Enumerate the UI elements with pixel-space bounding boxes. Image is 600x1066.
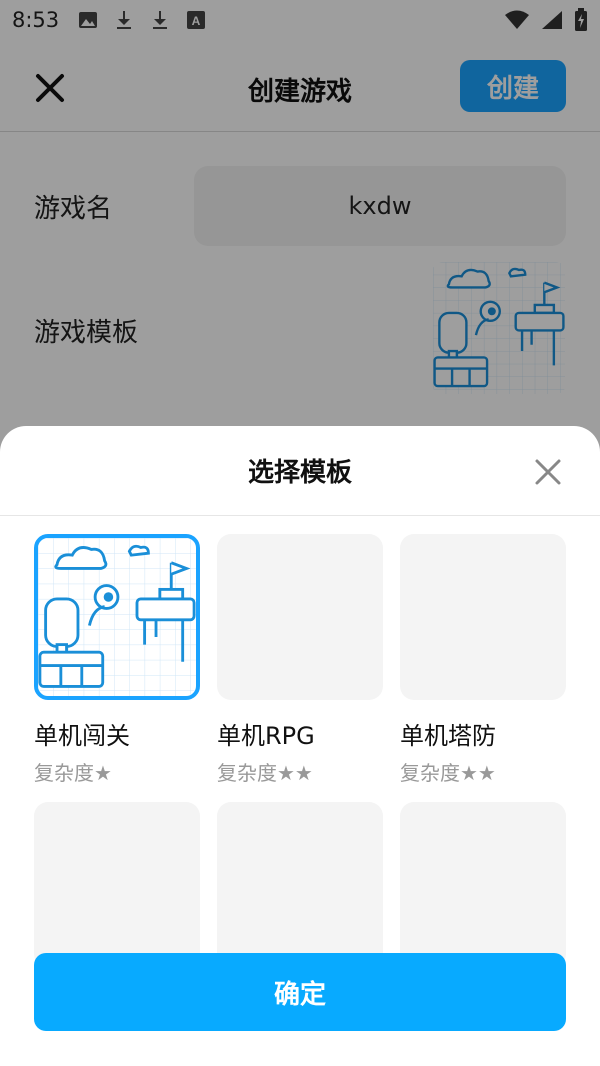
template-thumbnail[interactable] <box>400 802 566 968</box>
template-card[interactable] <box>217 802 383 968</box>
template-name: 单机塔防 <box>400 722 496 750</box>
template-card[interactable] <box>34 802 200 968</box>
template-thumbnail[interactable] <box>400 534 566 700</box>
template-complexity: 复杂度★ <box>34 761 112 785</box>
template-thumbnail[interactable] <box>217 802 383 968</box>
sheet-title: 选择模板 <box>247 458 352 488</box>
template-card[interactable]: 单机RPG 复杂度★★ <box>217 534 383 786</box>
template-picker-sheet: 选择模板 单机闯关 复杂度★ 单机RPG 复杂度★★ 单机塔防 复杂度★★ 确定 <box>0 426 600 1066</box>
template-complexity: 复杂度★★ <box>400 761 496 785</box>
template-complexity: 复杂度★★ <box>217 761 313 785</box>
sheet-header: 选择模板 <box>0 426 600 516</box>
template-card[interactable] <box>400 802 566 968</box>
template-name: 单机RPG <box>217 722 315 750</box>
platformer-illustration <box>38 538 196 696</box>
template-card[interactable]: 单机闯关 复杂度★ <box>34 534 200 786</box>
template-card[interactable]: 单机塔防 复杂度★★ <box>400 534 566 786</box>
template-thumbnail[interactable] <box>34 802 200 968</box>
template-thumbnail[interactable] <box>34 534 200 700</box>
confirm-button[interactable]: 确定 <box>34 953 566 1031</box>
template-name: 单机闯关 <box>34 722 130 750</box>
template-thumbnail[interactable] <box>217 534 383 700</box>
close-icon[interactable] <box>534 458 562 486</box>
